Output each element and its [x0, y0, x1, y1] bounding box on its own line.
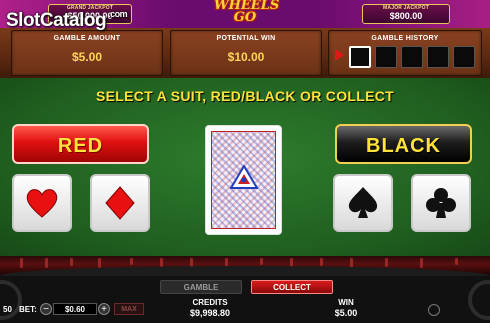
- potential-win-value: $10.00: [227, 50, 265, 64]
- bet-value: $0.60: [53, 303, 97, 315]
- gamble-history-slots: [349, 46, 475, 68]
- gamble-amount-value: $5.00: [71, 50, 103, 64]
- watermark: SlotCatalog .com: [6, 9, 128, 32]
- bottom-bar: [0, 276, 490, 323]
- credits-value: $9,998.80: [189, 308, 231, 318]
- gamble-history-panel: GAMBLE HISTORY: [328, 30, 482, 76]
- collect-button[interactable]: COLLECT: [251, 280, 333, 294]
- credits-label: CREDITS: [192, 298, 228, 307]
- game-screen: GRAND JACKPOT $50,000.00 WHEELS GO MAJOR…: [0, 0, 490, 323]
- bet-increase-button[interactable]: +: [98, 303, 110, 315]
- gamble-history-label: GAMBLE HISTORY: [371, 35, 439, 42]
- win-value: $5.00: [334, 308, 358, 318]
- history-slot: [349, 46, 371, 68]
- gamble-tab-button[interactable]: GAMBLE: [160, 280, 242, 294]
- game-logo: WHEELS GO: [214, 0, 280, 25]
- potential-win-label: POTENTIAL WIN: [216, 35, 276, 42]
- major-jackpot-box: MAJOR JACKPOT $800.00: [362, 4, 450, 24]
- diamond-suit-button[interactable]: [90, 174, 150, 232]
- watermark-suffix: .com: [108, 9, 128, 19]
- potential-win-panel: POTENTIAL WIN $10.00: [170, 30, 322, 76]
- club-icon: [426, 188, 456, 218]
- max-bet-button[interactable]: MAX: [114, 303, 144, 315]
- gamble-amount-label: GAMBLE AMOUNT: [53, 35, 121, 42]
- win-label: WIN: [338, 298, 354, 307]
- card-brand-logo-icon: [230, 165, 258, 189]
- history-slot: [427, 46, 449, 68]
- black-button[interactable]: BLACK: [335, 124, 472, 164]
- club-suit-button[interactable]: [411, 174, 471, 232]
- face-down-card: [205, 125, 282, 235]
- history-slot: [375, 46, 397, 68]
- red-button[interactable]: RED: [12, 124, 149, 164]
- spade-icon: [348, 187, 378, 218]
- heart-suit-button[interactable]: [12, 174, 72, 232]
- bet-decrease-button[interactable]: −: [40, 303, 52, 315]
- heart-icon: [26, 189, 58, 218]
- history-slot: [401, 46, 423, 68]
- lines-count: 50: [3, 305, 12, 314]
- watermark-text: SlotCatalog: [6, 10, 107, 31]
- gamble-prompt: SELECT A SUIT, RED/BLACK OR COLLECT: [95, 88, 395, 104]
- spade-suit-button[interactable]: [333, 174, 393, 232]
- gamble-amount-panel: GAMBLE AMOUNT $5.00: [11, 30, 163, 76]
- diamond-icon: [105, 186, 135, 220]
- major-jackpot-value: $800.00: [389, 11, 423, 21]
- history-slot: [453, 46, 475, 68]
- history-arrow-icon: [335, 49, 344, 61]
- bet-label: BET:: [19, 305, 37, 314]
- settings-icon[interactable]: [428, 304, 440, 316]
